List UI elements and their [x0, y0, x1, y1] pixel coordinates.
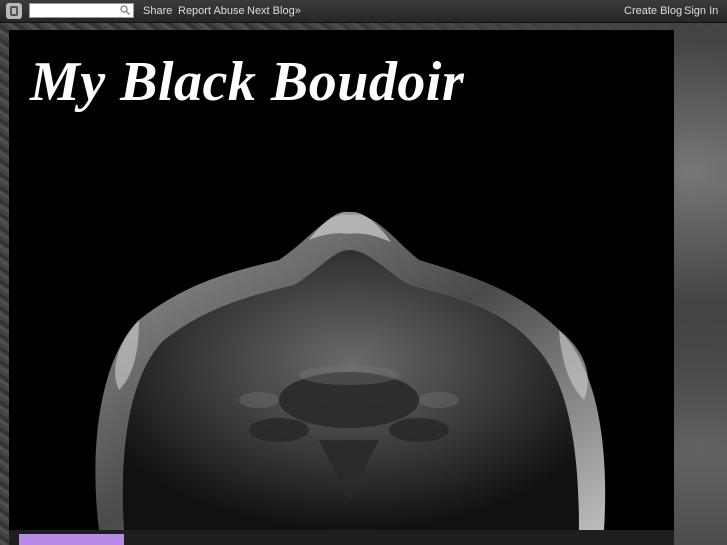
share-link[interactable]: Share [143, 5, 172, 17]
blog-title[interactable]: My Black Boudoir [30, 50, 464, 114]
create-blog-link[interactable]: Create Blog [624, 5, 682, 17]
blogger-navbar: Share Report Abuse Next Blog» Create Blo… [0, 0, 727, 23]
sign-in-link[interactable]: Sign In [684, 5, 718, 17]
report-abuse-link[interactable]: Report Abuse [178, 5, 245, 17]
blogger-icon[interactable] [6, 3, 22, 19]
header-panel: My Black Boudoir [9, 30, 674, 530]
search-input[interactable] [29, 3, 134, 18]
chair-image [95, 211, 606, 530]
nav-tab[interactable] [19, 534, 124, 545]
next-blog-link[interactable]: Next Blog» [247, 5, 301, 17]
search-icon[interactable] [120, 5, 130, 15]
